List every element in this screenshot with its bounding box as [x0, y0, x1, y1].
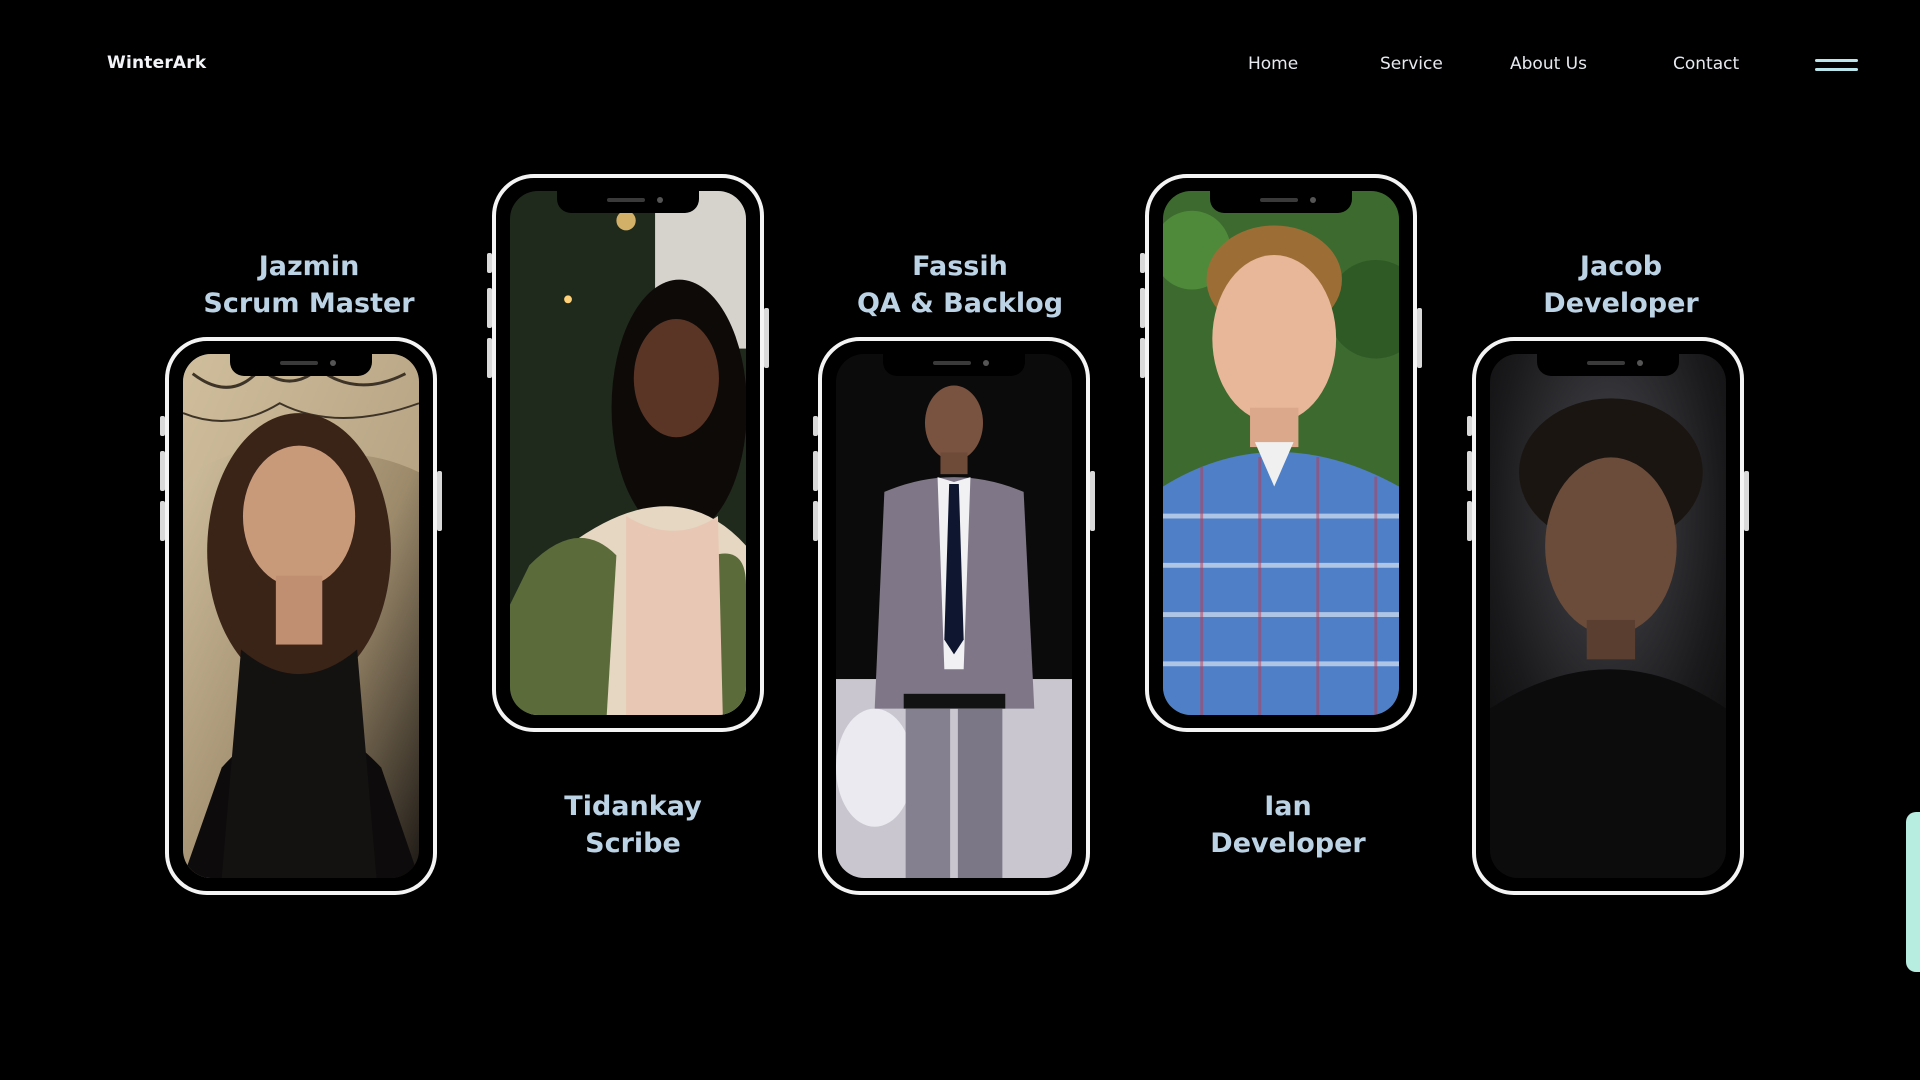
- member-role: Developer: [1210, 828, 1366, 859]
- phone-notch: [557, 191, 699, 213]
- member-photo-tidankay: [510, 191, 746, 715]
- nav-contact[interactable]: Contact: [1673, 54, 1739, 74]
- member-label-fassih: Fassih QA & Backlog: [810, 248, 1110, 322]
- phone-frame-jazmin: [160, 337, 442, 895]
- member-photo-fassih: [836, 354, 1072, 878]
- member-role: QA & Backlog: [856, 288, 1064, 319]
- member-role: Scrum Master: [203, 288, 415, 319]
- team-page: WinterArk Home Service About Us Contact …: [0, 0, 1920, 1080]
- member-role: Developer: [1543, 288, 1699, 319]
- member-role: Scribe: [585, 828, 681, 859]
- hamburger-menu-icon[interactable]: [1815, 58, 1858, 74]
- phone-notch: [230, 354, 372, 376]
- phone-notch: [1210, 191, 1352, 213]
- phone-frame-fassih: [813, 337, 1095, 895]
- member-name: Tidankay: [564, 791, 702, 822]
- brand-logo[interactable]: WinterArk: [107, 53, 206, 73]
- member-label-ian: Ian Developer: [1138, 788, 1438, 862]
- scroll-handle[interactable]: [1906, 812, 1920, 972]
- nav-about-us[interactable]: About Us: [1510, 54, 1587, 74]
- member-label-jacob: Jacob Developer: [1471, 248, 1771, 322]
- nav-service[interactable]: Service: [1380, 54, 1443, 74]
- phone-frame-jacob: [1467, 337, 1749, 895]
- member-photo-jazmin: [183, 354, 419, 878]
- member-label-tidankay: Tidankay Scribe: [483, 788, 783, 862]
- phone-frame-tidankay: [487, 174, 769, 732]
- phone-notch: [883, 354, 1025, 376]
- member-name: Fassih: [912, 251, 1008, 282]
- member-name: Ian: [1264, 791, 1312, 822]
- member-label-jazmin: Jazmin Scrum Master: [159, 248, 459, 322]
- phone-notch: [1537, 354, 1679, 376]
- phone-frame-ian: [1140, 174, 1422, 732]
- member-name: Jacob: [1579, 251, 1663, 282]
- nav-home[interactable]: Home: [1248, 54, 1298, 74]
- member-photo-ian: [1163, 191, 1399, 715]
- member-name: Jazmin: [258, 251, 360, 282]
- member-photo-jacob: [1490, 354, 1726, 878]
